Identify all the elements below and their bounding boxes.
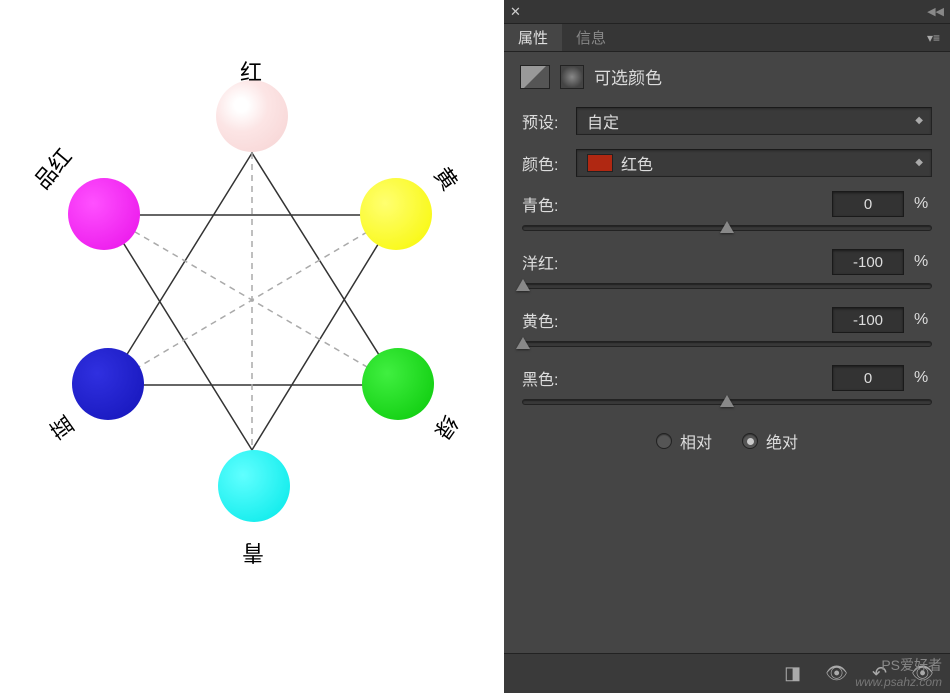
chevron-updown-icon: ◆ [915,158,923,168]
cyan-thumb[interactable] [720,221,734,233]
cyan-value[interactable]: 0 [832,191,904,217]
circle-cyan [218,450,290,522]
tab-properties[interactable]: 属性 [504,24,562,51]
circle-magenta [68,178,140,250]
cyan-unit: % [914,195,932,213]
circle-red [216,80,288,152]
magenta-value[interactable]: -100 [832,249,904,275]
label-red: 红 [240,55,262,87]
radio-relative[interactable]: 相对 [656,429,712,453]
color-dropdown[interactable]: 红色 ◆ [576,149,932,177]
yellow-value[interactable]: -100 [832,307,904,333]
yellow-thumb[interactable] [516,337,530,349]
visibility-icon[interactable]: 👁 [825,663,848,684]
circle-blue [72,348,144,420]
selective-color-icon [560,65,584,89]
yellow-unit: % [914,311,932,329]
radio-absolute[interactable]: 绝对 [742,429,798,453]
color-wheel-diagram: 红 黄 绿 青 蓝 品红 [0,0,504,693]
color-swatch [587,154,613,172]
preset-value: 自定 [587,109,619,133]
yellow-label: 黄色: [522,308,832,332]
magenta-label: 洋红: [522,250,832,274]
properties-panel: ✕ ◀◀ 属性 信息 ▾≡ 可选颜色 预设: 自定 ◆ 颜色: [504,0,950,693]
color-label: 颜色: [522,151,564,175]
magenta-slider[interactable] [522,283,932,289]
collapse-icon[interactable]: ◀◀ [927,5,944,18]
chevron-updown-icon: ◆ [915,116,923,126]
radio-absolute-label: 绝对 [766,429,798,453]
tab-info[interactable]: 信息 [562,24,620,51]
cyan-slider[interactable] [522,225,932,231]
adjustment-icon [520,65,550,89]
preset-label: 预设: [522,109,564,133]
panel-menu-icon[interactable]: ▾≡ [927,31,940,45]
black-label: 黑色: [522,366,832,390]
adjustment-title: 可选颜色 [594,64,662,89]
clip-icon[interactable]: ◨ [784,663,801,684]
circle-green [362,348,434,420]
watermark-cn: PS爱好者 [881,655,942,675]
black-thumb[interactable] [720,395,734,407]
preset-dropdown[interactable]: 自定 ◆ [576,107,932,135]
black-value[interactable]: 0 [832,365,904,391]
label-cyan: 青 [242,538,264,570]
radio-absolute-circle [742,433,758,449]
radio-relative-circle [656,433,672,449]
watermark-url: www.psahz.com [855,675,942,689]
cyan-label: 青色: [522,192,832,216]
black-slider[interactable] [522,399,932,405]
magenta-unit: % [914,253,932,271]
black-unit: % [914,369,932,387]
close-icon[interactable]: ✕ [510,4,521,20]
yellow-slider[interactable] [522,341,932,347]
magenta-thumb[interactable] [516,279,530,291]
color-value: 红色 [621,151,653,175]
circle-yellow [360,178,432,250]
radio-relative-label: 相对 [680,429,712,453]
